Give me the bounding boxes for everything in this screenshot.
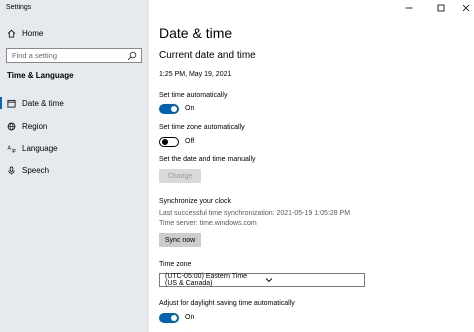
timezone-value: (UTC-05:00) Eastern Time (US & Canada) <box>165 273 248 287</box>
maximize-icon <box>437 4 445 12</box>
sidebar-item-label: Language <box>22 143 58 153</box>
set-zone-auto-state: Off <box>185 138 195 145</box>
search-placeholder: Find a setting <box>12 51 58 60</box>
sidebar-item-label: Speech <box>22 165 50 175</box>
time-server-text: Time server: time.windows.com <box>159 220 257 227</box>
sidebar-item-label: Home <box>22 28 44 38</box>
close-icon <box>462 4 470 12</box>
last-sync-text: Last successful time synchronization: 20… <box>159 210 351 217</box>
set-time-auto-toggle[interactable] <box>159 104 179 114</box>
sidebar: Settings Home Find a setting Time & Lang… <box>0 0 149 332</box>
sidebar-item-speech[interactable]: Speech <box>0 161 149 179</box>
svg-text:字: 字 <box>12 147 17 152</box>
set-time-auto-label: Set time automatically <box>159 92 228 99</box>
sync-now-button[interactable]: Sync now <box>159 233 201 247</box>
dst-label: Adjust for daylight saving time automati… <box>159 300 295 307</box>
minimize-button[interactable] <box>403 3 415 13</box>
sidebar-item-date-time[interactable]: Date & time <box>0 94 149 112</box>
calendar-icon <box>7 99 16 108</box>
set-zone-auto-toggle[interactable] <box>159 137 179 147</box>
globe-icon <box>7 122 16 131</box>
dst-state: On <box>185 314 195 321</box>
maximize-button[interactable] <box>435 3 447 13</box>
set-time-auto-state: On <box>185 105 195 112</box>
page-title: Date & time <box>159 25 233 41</box>
chevron-down-icon <box>265 276 360 284</box>
section-label: Time & Language <box>7 71 74 80</box>
language-icon: A字 <box>7 144 16 153</box>
manual-time-label: Set the date and time manually <box>159 156 256 163</box>
main-content: Date & time Current date and time 1:25 P… <box>149 0 474 332</box>
search-input[interactable]: Find a setting <box>6 48 142 63</box>
timezone-label: Time zone <box>159 261 192 268</box>
section-heading: Current date and time <box>159 50 256 61</box>
window-title: Settings <box>6 4 32 11</box>
home-icon <box>7 29 16 38</box>
microphone-icon <box>7 165 16 175</box>
change-button[interactable]: Change <box>159 169 201 183</box>
timezone-select[interactable]: (UTC-05:00) Eastern Time (US & Canada) <box>159 273 365 287</box>
search-icon[interactable] <box>127 51 137 61</box>
set-zone-auto-label: Set time zone automatically <box>159 124 245 131</box>
minimize-icon <box>405 7 413 9</box>
sync-title: Synchronize your clock <box>159 198 231 205</box>
close-button[interactable] <box>460 3 472 13</box>
sidebar-item-region[interactable]: Region <box>0 117 149 135</box>
sidebar-item-home[interactable]: Home <box>0 24 149 42</box>
current-time: 1:25 PM, May 19, 2021 <box>159 71 232 78</box>
sidebar-item-label: Date & time <box>22 98 64 108</box>
sidebar-item-language[interactable]: A字 Language <box>0 139 149 157</box>
dst-toggle[interactable] <box>159 313 179 323</box>
sidebar-item-label: Region <box>22 121 48 131</box>
